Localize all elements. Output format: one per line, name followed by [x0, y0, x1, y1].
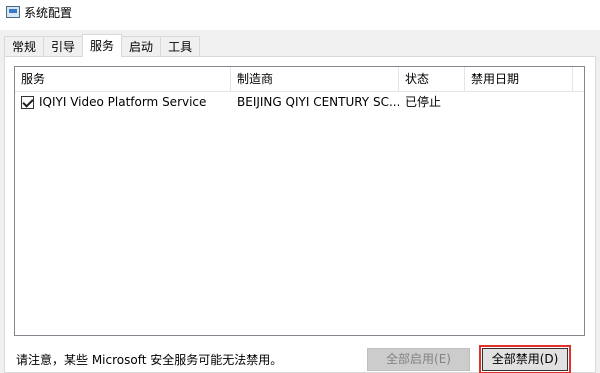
- tab-startup[interactable]: 启动: [121, 36, 162, 56]
- tab-general[interactable]: 常规: [4, 36, 45, 56]
- security-note: 请注意，某些 Microsoft 安全服务可能无法禁用。: [16, 353, 283, 367]
- column-header-manufacturer[interactable]: 制造商: [231, 67, 399, 91]
- title-bar: 系统配置: [0, 0, 600, 30]
- service-name: IQIYI Video Platform Service: [39, 95, 207, 109]
- service-cell: IQIYI Video Platform Service: [15, 92, 231, 112]
- column-header-disabled-date[interactable]: 禁用日期: [465, 67, 573, 91]
- disable-all-button[interactable]: 全部禁用(D): [479, 345, 571, 373]
- column-header-service[interactable]: 服务: [15, 67, 231, 91]
- status-cell: 已停止: [405, 95, 442, 109]
- tab-tools[interactable]: 工具: [160, 36, 201, 56]
- column-header-status[interactable]: 状态: [399, 67, 465, 91]
- tab-services[interactable]: 服务: [82, 34, 123, 57]
- manufacturer-cell: BEIJING QIYI CENTURY SC...: [237, 95, 399, 109]
- table-row[interactable]: IQIYI Video Platform Service BEIJING QIY…: [15, 92, 584, 112]
- disabled-date-cell: [465, 92, 573, 112]
- msconfig-icon: [6, 6, 20, 18]
- enable-all-button[interactable]: 全部启用(E): [367, 348, 470, 371]
- tab-strip: 常规 引导 服务 启动 工具: [4, 34, 201, 57]
- service-checkbox[interactable]: [21, 95, 34, 109]
- tab-boot[interactable]: 引导: [43, 36, 84, 56]
- window-title: 系统配置: [24, 6, 73, 20]
- list-header: 服务 制造商 状态 禁用日期: [15, 67, 584, 92]
- services-list[interactable]: 服务 制造商 状态 禁用日期 IQIYI Video Platform Serv…: [14, 66, 585, 336]
